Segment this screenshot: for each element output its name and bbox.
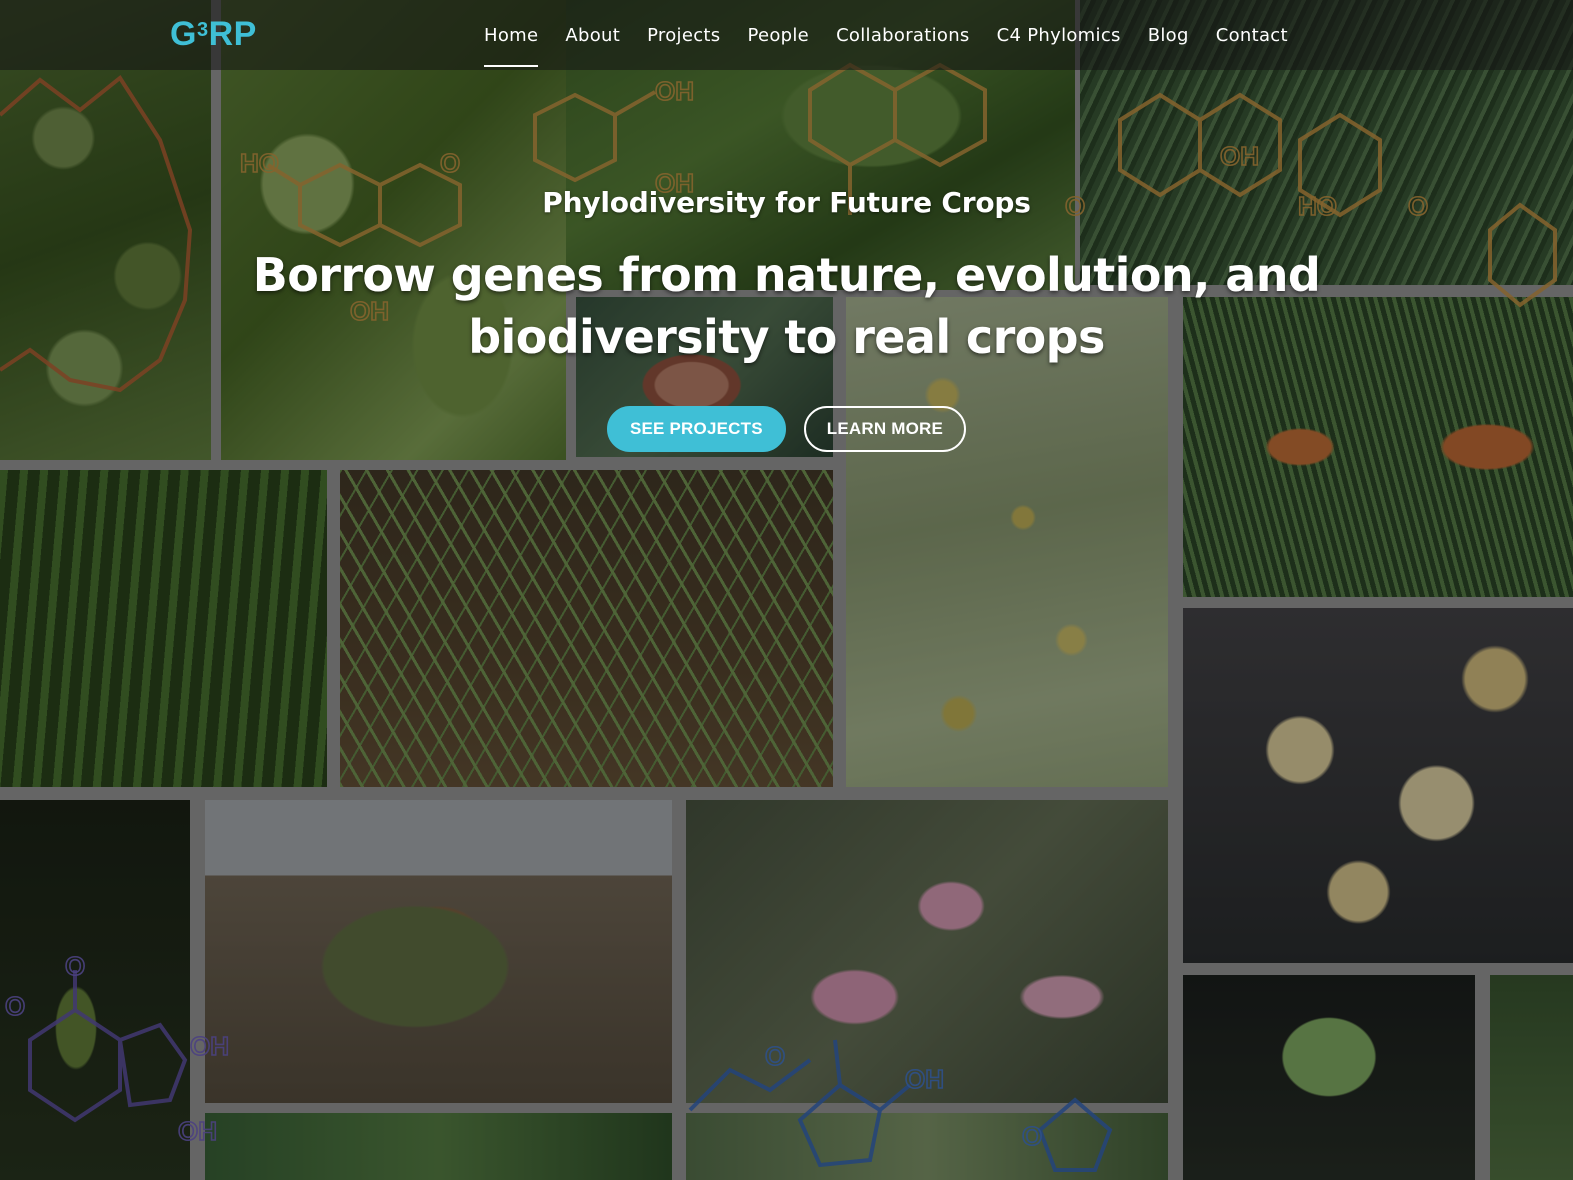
nav-item-blog: Blog	[1148, 0, 1189, 70]
logo-text-superscript: 3	[196, 19, 209, 41]
hero-button-group: SEE PROJECTS LEARN MORE	[0, 406, 1573, 452]
hero-section: Phylodiversity for Future Crops Borrow g…	[0, 180, 1573, 452]
see-projects-button[interactable]: SEE PROJECTS	[606, 406, 786, 452]
hero-title: Borrow genes from nature, evolution, and…	[252, 248, 1321, 364]
hero-subtitle: Phylodiversity for Future Crops	[542, 186, 1031, 219]
nav-item-collaborations: Collaborations	[836, 0, 970, 70]
main-nav: Home About Projects People Collaboration…	[484, 0, 1288, 70]
nav-item-about: About	[565, 0, 620, 70]
nav-link-about[interactable]: About	[565, 25, 620, 46]
nav-item-c4-phylomics: C4 Phylomics	[997, 0, 1121, 70]
learn-more-button[interactable]: LEARN MORE	[803, 406, 967, 452]
dark-overlay	[0, 0, 1573, 1180]
nav-link-c4-phylomics[interactable]: C4 Phylomics	[997, 25, 1121, 46]
nav-item-people: People	[747, 0, 809, 70]
nav-link-projects[interactable]: Projects	[647, 25, 720, 46]
nav-link-home[interactable]: Home	[484, 25, 538, 46]
logo-text-tail: RP	[208, 15, 257, 53]
nav-item-home: Home	[484, 0, 539, 70]
top-navbar: G3RP Home About Projects People Collabor…	[0, 0, 1573, 70]
nav-item-projects: Projects	[647, 0, 720, 70]
logo-text-main: G	[170, 15, 197, 53]
nav-link-people[interactable]: People	[747, 25, 809, 46]
site-logo[interactable]: G3RP	[170, 14, 257, 54]
nav-link-contact[interactable]: Contact	[1216, 25, 1288, 46]
nav-link-blog[interactable]: Blog	[1148, 25, 1189, 46]
nav-item-contact: Contact	[1216, 0, 1288, 70]
nav-link-collaborations[interactable]: Collaborations	[836, 25, 970, 46]
